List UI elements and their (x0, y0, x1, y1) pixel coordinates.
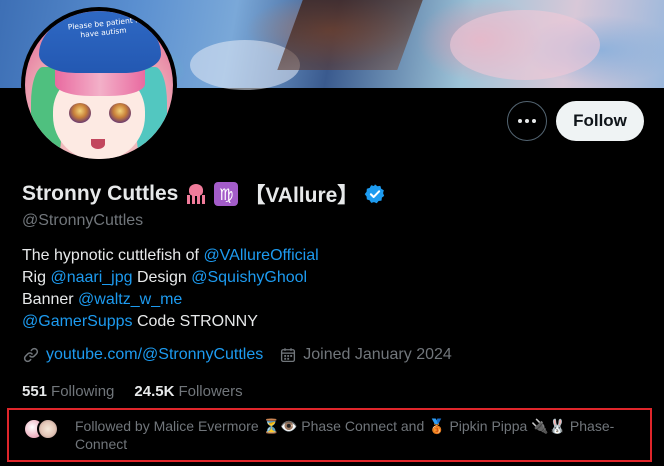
mention-link[interactable]: @GamerSupps (22, 313, 133, 330)
verified-badge-icon[interactable] (364, 183, 386, 205)
mention-link[interactable]: @VAllureOfficial (203, 247, 318, 264)
following-label: Following (51, 383, 115, 400)
joined-date: Joined January 2024 (303, 346, 452, 363)
avatar-image: Please be patient I have autism (25, 11, 173, 159)
following-link[interactable]: 551 Following (22, 383, 114, 400)
more-dots-icon-dot (525, 119, 529, 123)
profile-handle: @StronnyCuttles (22, 212, 144, 229)
bio-text: Code STRONNY (132, 313, 258, 330)
link-icon (23, 347, 39, 363)
followed-by-highlight[interactable]: Followed by Malice Evermore ⏳👁️ Phase Co… (7, 408, 652, 462)
avatar-art-shape (69, 103, 91, 123)
display-name: Stronny Cuttles (22, 182, 179, 205)
banner-art-shape (277, 0, 423, 70)
bio-line: @GamerSupps Code STRONNY (22, 311, 319, 333)
avatar-art-shape (91, 139, 105, 149)
profile-bio: The hypnotic cuttlefish of @VAllureOffic… (22, 245, 319, 333)
bio-line: Rig @naari_jpg Design @SquishyGhool (22, 267, 319, 289)
banner-art-shape (450, 10, 600, 80)
followers-link[interactable]: 24.5K Followers (134, 383, 242, 400)
virgo-emoji-icon: ♍ (214, 182, 239, 206)
followed-by-text[interactable]: Followed by Malice Evermore ⏳👁️ Phase Co… (75, 417, 645, 453)
joined-item: Joined January 2024 (279, 346, 452, 364)
follow-button[interactable]: Follow (556, 101, 644, 141)
followed-by-avatars (23, 418, 63, 442)
bio-line: The hypnotic cuttlefish of @VAllureOffic… (22, 245, 319, 267)
bio-text: Design (132, 269, 192, 286)
calendar-icon (281, 348, 296, 363)
display-name-suffix: 【VAllure】 (244, 184, 359, 207)
website-link[interactable]: youtube.com/@StronnyCuttles (46, 346, 263, 364)
bio-line: Banner @waltz_w_me (22, 289, 319, 311)
profile-meta: youtube.com/@StronnyCuttles Joined Janua… (22, 346, 468, 364)
profile-avatar[interactable]: Please be patient I have autism (21, 7, 177, 163)
mention-link[interactable]: @naari_jpg (50, 269, 132, 286)
display-name-row: Stronny Cuttles ♍ 【VAllure】 (22, 180, 386, 208)
more-dots-icon-dot (518, 119, 522, 123)
squid-emoji-icon (184, 182, 208, 206)
bio-text: The hypnotic cuttlefish of (22, 247, 204, 264)
avatar-art-shape (109, 103, 131, 123)
mention-link[interactable]: @SquishyGhool (191, 269, 307, 286)
more-dots-icon-dot (532, 119, 536, 123)
more-dots-icon (518, 119, 536, 123)
bio-text: Rig (22, 269, 51, 286)
squid-emoji-legs (187, 195, 206, 204)
followers-label: Followers (178, 383, 243, 400)
following-count: 551 (22, 383, 48, 400)
website-item: youtube.com/@StronnyCuttles (22, 346, 263, 364)
followers-count: 24.5K (134, 383, 175, 400)
follow-stats: 551 Following 24.5K Followers (22, 383, 243, 400)
bio-text: Banner (22, 291, 79, 308)
more-options-button[interactable] (507, 101, 547, 141)
mini-avatar (37, 418, 59, 440)
mention-link[interactable]: @waltz_w_me (78, 291, 182, 308)
